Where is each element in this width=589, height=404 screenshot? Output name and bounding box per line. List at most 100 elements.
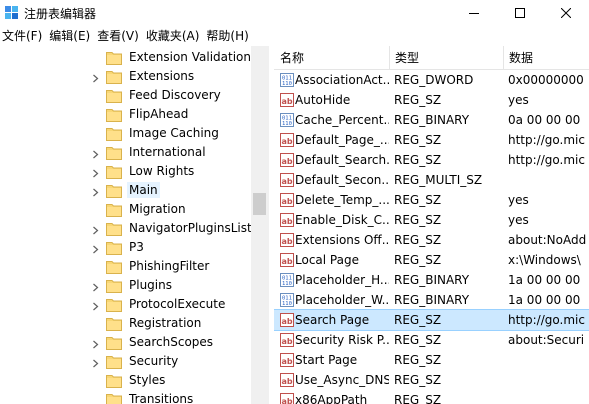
tree-item[interactable]: Migration — [0, 200, 251, 219]
value-row[interactable]: 011 110 Placeholder_W... REG_BINARY 1a 00 00… — [274, 290, 589, 310]
tree-item[interactable]: Low Rights — [0, 162, 251, 181]
value-row[interactable]: ab Start Page REG_SZ — [274, 350, 589, 370]
tree-item[interactable]: Security — [0, 352, 251, 371]
expand-chevron-icon[interactable] — [91, 300, 100, 311]
value-name: Use_Async_DNS — [295, 373, 389, 387]
folder-icon — [106, 202, 122, 217]
value-row[interactable]: ab Delete_Temp_... REG_SZ yes — [274, 190, 589, 210]
expand-chevron-icon[interactable] — [91, 148, 100, 159]
close-icon — [561, 8, 571, 18]
menu-help[interactable]: 帮助(H) — [204, 26, 253, 46]
value-row[interactable]: ab Local Page REG_SZ x:\Windows\ — [274, 250, 589, 270]
folder-icon — [106, 69, 122, 84]
tree-item-label: PhishingFilter — [129, 259, 210, 273]
expand-chevron-icon[interactable] — [91, 281, 100, 292]
svg-text:ab: ab — [282, 157, 293, 166]
tree-item[interactable]: SearchScopes — [0, 333, 251, 352]
value-row[interactable]: ab Enable_Disk_C... REG_SZ yes — [274, 210, 589, 230]
menu-view[interactable]: 查看(V) — [95, 26, 144, 46]
tree-item[interactable]: International — [0, 143, 251, 162]
expand-chevron-icon[interactable] — [91, 338, 100, 349]
value-type: REG_BINARY — [394, 113, 470, 127]
column-header-name[interactable]: 名称 — [274, 46, 304, 70]
value-name: Delete_Temp_... — [295, 193, 389, 207]
expand-chevron-icon[interactable] — [91, 186, 100, 197]
tree-item[interactable]: Main — [0, 181, 251, 200]
tree-scrollbar-thumb[interactable] — [253, 193, 266, 215]
tree-item-label: International — [129, 145, 206, 159]
folder-icon — [106, 240, 122, 255]
tree-item[interactable]: ProtocolExecute — [0, 295, 251, 314]
svg-text:ab: ab — [282, 397, 293, 404]
value-name: x86AppPath — [295, 393, 368, 404]
tree-item[interactable]: NavigatorPluginsList — [0, 219, 252, 238]
tree-item[interactable]: Plugins — [0, 276, 251, 295]
value-data: yes — [508, 193, 529, 207]
tree-item-label: Low Rights — [129, 164, 195, 178]
minimize-button[interactable] — [451, 0, 497, 26]
value-type: REG_SZ — [394, 153, 442, 167]
key-tree-pane[interactable]: Extension Validation Extensions Feed Disco… — [0, 46, 268, 404]
expand-chevron-icon[interactable] — [91, 167, 100, 178]
svg-text:110: 110 — [282, 281, 292, 287]
expand-chevron-icon[interactable] — [91, 243, 100, 254]
value-row[interactable]: ab Use_Async_DNS REG_SZ — [274, 370, 589, 390]
column-header-data[interactable]: 数据 — [503, 46, 533, 70]
folder-icon — [106, 221, 122, 236]
value-name: Default_Page_... — [295, 133, 389, 147]
tree-item[interactable]: Transitions — [0, 390, 251, 404]
value-row[interactable]: 011 110 AssociationAct... REG_DWORD 0x000000… — [274, 70, 589, 90]
tree-item-label: Feed Discovery — [129, 88, 221, 102]
tree-item[interactable]: Extensions — [0, 67, 251, 86]
tree-item-label: Registration — [129, 316, 202, 330]
string-value-icon: ab — [279, 372, 295, 388]
value-row[interactable]: ab x86AppPath REG_SZ — [274, 390, 589, 404]
expand-chevron-icon[interactable] — [91, 357, 100, 368]
binary-value-icon: 011 110 — [279, 112, 295, 128]
maximize-button[interactable] — [497, 0, 543, 26]
value-row[interactable]: ab Default_Search... REG_SZ http://go.mic — [274, 150, 589, 170]
tree-item[interactable]: FlipAhead — [0, 105, 251, 124]
value-row[interactable]: ab Search Page REG_SZ http://go.mic — [274, 309, 589, 331]
close-button[interactable] — [543, 0, 589, 26]
tree-item[interactable]: P3 — [0, 238, 251, 257]
value-data: 0a 00 00 00 — [508, 113, 581, 127]
value-row[interactable]: ab Security Risk P... REG_SZ about:Securi — [274, 330, 589, 350]
tree-item[interactable]: Image Caching — [0, 124, 251, 143]
string-value-icon: ab — [279, 352, 295, 368]
value-row[interactable]: 011 110 Cache_Percent... REG_BINARY 0a 00 00… — [274, 110, 589, 130]
svg-text:110: 110 — [282, 301, 292, 307]
tree-scrollbar[interactable] — [251, 46, 268, 404]
value-row[interactable]: ab Default_Secon... REG_MULTI_SZ — [274, 170, 589, 190]
tree-item-label: SearchScopes — [129, 335, 214, 349]
tree-item[interactable]: Registration — [0, 314, 251, 333]
value-data: http://go.mic — [508, 133, 585, 147]
svg-text:ab: ab — [282, 257, 293, 266]
expand-chevron-icon[interactable] — [91, 224, 100, 235]
expand-chevron-icon[interactable] — [91, 72, 100, 83]
string-value-icon: ab — [279, 152, 295, 168]
tree-item[interactable]: Styles — [0, 371, 251, 390]
value-name: Security Risk P... — [295, 333, 389, 347]
value-row[interactable]: ab Extensions Off... REG_SZ about:NoAdd — [274, 230, 589, 250]
folder-icon — [106, 354, 122, 369]
value-row[interactable]: ab Default_Page_... REG_SZ http://go.mic — [274, 130, 589, 150]
value-name: Start Page — [295, 353, 358, 367]
menu-file[interactable]: 文件(F) — [0, 26, 47, 46]
menu-edit[interactable]: 编辑(E) — [47, 26, 95, 46]
value-row[interactable]: ab AutoHide REG_SZ yes — [274, 90, 589, 110]
tree-item[interactable]: PhishingFilter — [0, 257, 251, 276]
registry-editor-icon — [4, 5, 20, 21]
menu-favorites[interactable]: 收藏夹(A) — [144, 26, 205, 46]
column-header-type[interactable]: 类型 — [389, 46, 419, 70]
tree-item[interactable]: Feed Discovery — [0, 86, 251, 105]
folder-icon — [106, 373, 122, 388]
values-pane[interactable]: 名称 类型 数据 011 110 AssociationAct... REG_DWOR… — [274, 46, 589, 404]
tree-item[interactable]: Extension Validation — [0, 48, 251, 67]
value-row[interactable]: 011 110 Placeholder_H... REG_BINARY 1a 00 00… — [274, 270, 589, 290]
value-data: 1a 00 00 00 — [508, 293, 581, 307]
binary-value-icon: 011 110 — [279, 292, 295, 308]
folder-icon — [106, 278, 122, 293]
folder-icon — [106, 145, 122, 160]
folder-icon — [106, 316, 122, 331]
